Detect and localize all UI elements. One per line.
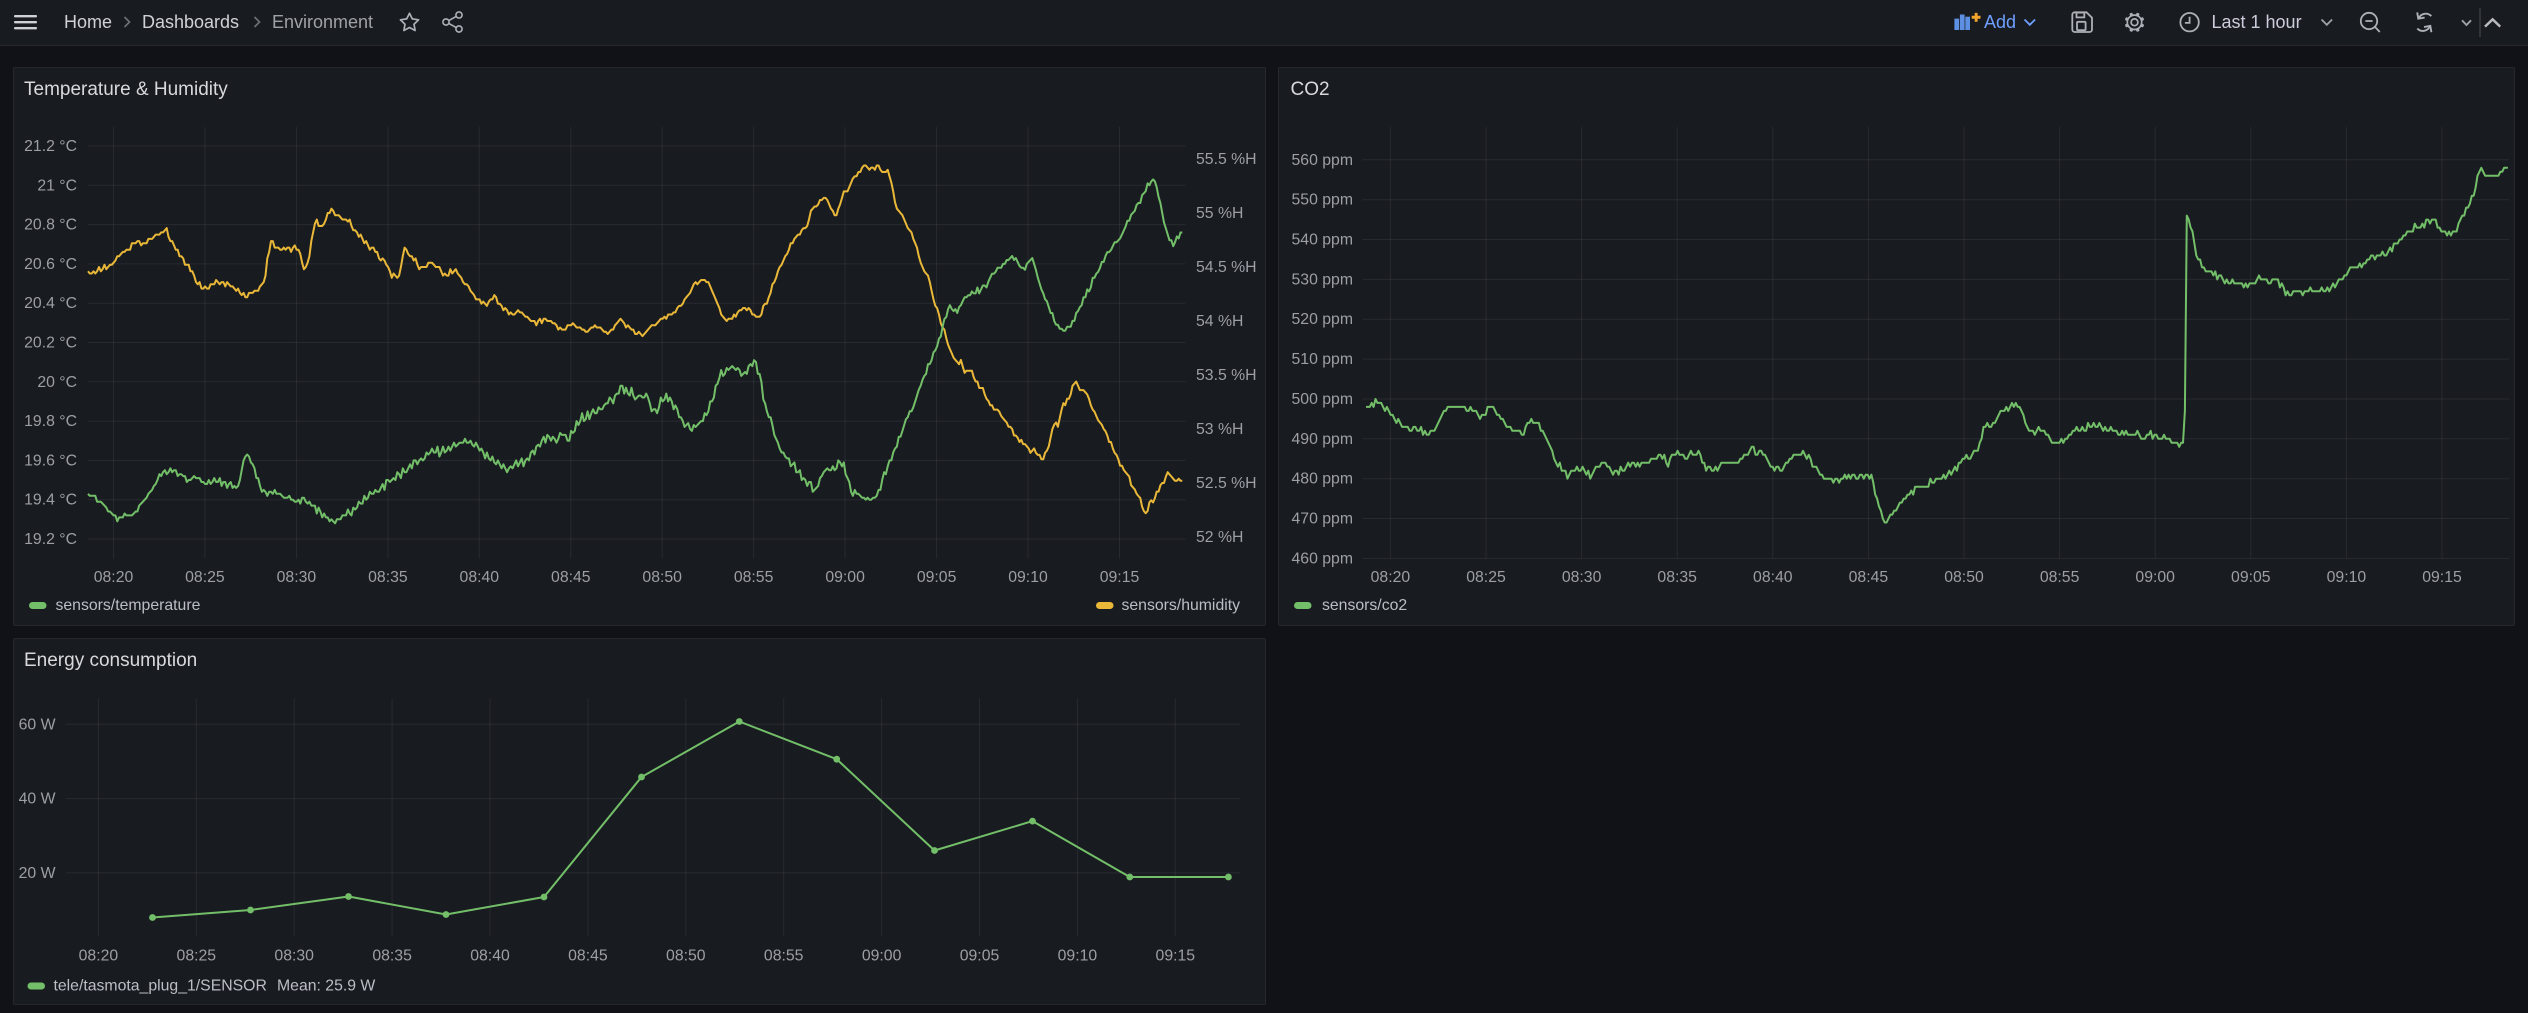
svg-text:20.4 °C: 20.4 °C	[24, 295, 77, 312]
svg-text:09:10: 09:10	[1008, 569, 1048, 586]
svg-text:08:20: 08:20	[79, 947, 119, 964]
svg-text:08:40: 08:40	[1753, 569, 1793, 586]
svg-text:09:00: 09:00	[862, 947, 902, 964]
svg-text:08:40: 08:40	[470, 947, 510, 964]
svg-text:Dashboards: Dashboards	[142, 12, 239, 32]
svg-text:sensors/temperature: sensors/temperature	[56, 597, 201, 614]
svg-text:09:00: 09:00	[825, 569, 865, 586]
svg-text:08:40: 08:40	[460, 569, 500, 586]
svg-text:470 ppm: 470 ppm	[1291, 511, 1352, 528]
svg-text:08:55: 08:55	[734, 569, 774, 586]
svg-text:08:45: 08:45	[551, 569, 591, 586]
svg-text:19.2 °C: 19.2 °C	[24, 531, 77, 548]
svg-text:21 °C: 21 °C	[37, 177, 77, 194]
svg-text:09:15: 09:15	[1156, 947, 1196, 964]
svg-text:52 %H: 52 %H	[1196, 529, 1243, 546]
svg-text:54.5 %H: 54.5 %H	[1196, 259, 1257, 276]
svg-text:490 ppm: 490 ppm	[1291, 431, 1352, 448]
svg-text:40 W: 40 W	[19, 790, 56, 807]
svg-text:20 W: 20 W	[19, 864, 56, 881]
svg-text:480 ppm: 480 ppm	[1291, 471, 1352, 488]
svg-text:08:50: 08:50	[642, 569, 682, 586]
svg-text:sensors/co2: sensors/co2	[1322, 597, 1407, 614]
svg-text:560 ppm: 560 ppm	[1291, 152, 1352, 169]
svg-text:09:15: 09:15	[2422, 569, 2462, 586]
svg-text:Last 1 hour: Last 1 hour	[2212, 12, 2302, 32]
svg-text:20.6 °C: 20.6 °C	[24, 256, 77, 273]
svg-text:09:10: 09:10	[1058, 947, 1098, 964]
svg-text:500 ppm: 500 ppm	[1291, 391, 1352, 408]
svg-text:53 %H: 53 %H	[1196, 421, 1243, 438]
svg-text:55 %H: 55 %H	[1196, 205, 1243, 222]
svg-text:09:05: 09:05	[917, 569, 957, 586]
svg-text:Home: Home	[64, 12, 112, 32]
svg-text:460 ppm: 460 ppm	[1291, 550, 1352, 567]
svg-text:08:50: 08:50	[1944, 569, 1984, 586]
svg-text:08:35: 08:35	[368, 569, 408, 586]
svg-text:Add: Add	[1984, 12, 2016, 32]
svg-text:60 W: 60 W	[19, 716, 56, 733]
svg-text:08:25: 08:25	[1466, 569, 1506, 586]
svg-text:08:30: 08:30	[277, 569, 317, 586]
svg-text:20.2 °C: 20.2 °C	[24, 335, 77, 352]
svg-text:Energy consumption: Energy consumption	[24, 650, 197, 671]
svg-text:55.5 %H: 55.5 %H	[1196, 151, 1257, 168]
svg-text:08:25: 08:25	[185, 569, 225, 586]
svg-text:08:45: 08:45	[1848, 569, 1888, 586]
svg-text:09:00: 09:00	[2135, 569, 2175, 586]
svg-text:54 %H: 54 %H	[1196, 313, 1243, 330]
svg-text:19.8 °C: 19.8 °C	[24, 413, 77, 430]
svg-text:Mean: 25.9 W: Mean: 25.9 W	[277, 977, 375, 994]
svg-text:19.4 °C: 19.4 °C	[24, 492, 77, 509]
svg-text:20 °C: 20 °C	[37, 374, 77, 391]
svg-text:08:30: 08:30	[1561, 569, 1601, 586]
svg-text:53.5 %H: 53.5 %H	[1196, 367, 1257, 384]
svg-text:08:45: 08:45	[568, 947, 608, 964]
svg-text:08:20: 08:20	[94, 569, 134, 586]
svg-text:09:05: 09:05	[2231, 569, 2271, 586]
svg-text:09:10: 09:10	[2326, 569, 2366, 586]
svg-text:510 ppm: 510 ppm	[1291, 351, 1352, 368]
svg-text:tele/tasmota_plug_1/SENSOR: tele/tasmota_plug_1/SENSOR	[54, 977, 267, 994]
svg-text:20.8 °C: 20.8 °C	[24, 217, 77, 234]
svg-text:540 ppm: 540 ppm	[1291, 232, 1352, 249]
svg-text:Temperature & Humidity: Temperature & Humidity	[24, 79, 228, 100]
svg-text:08:50: 08:50	[666, 947, 706, 964]
svg-text:08:35: 08:35	[1657, 569, 1697, 586]
svg-text:08:25: 08:25	[177, 947, 217, 964]
svg-text:Environment: Environment	[272, 12, 373, 32]
svg-text:08:30: 08:30	[274, 947, 314, 964]
svg-text:52.5 %H: 52.5 %H	[1196, 475, 1257, 492]
svg-text:21.2 °C: 21.2 °C	[24, 138, 77, 155]
svg-text:08:35: 08:35	[372, 947, 412, 964]
svg-text:520 ppm: 520 ppm	[1291, 311, 1352, 328]
svg-text:08:55: 08:55	[2039, 569, 2079, 586]
svg-text:09:05: 09:05	[960, 947, 1000, 964]
svg-text:19.6 °C: 19.6 °C	[24, 452, 77, 469]
svg-text:550 ppm: 550 ppm	[1291, 192, 1352, 209]
svg-text:09:15: 09:15	[1100, 569, 1140, 586]
svg-text:CO2: CO2	[1290, 79, 1329, 100]
svg-text:sensors/humidity: sensors/humidity	[1122, 597, 1241, 614]
svg-text:08:55: 08:55	[764, 947, 804, 964]
svg-text:530 ppm: 530 ppm	[1291, 271, 1352, 288]
svg-text:08:20: 08:20	[1370, 569, 1410, 586]
